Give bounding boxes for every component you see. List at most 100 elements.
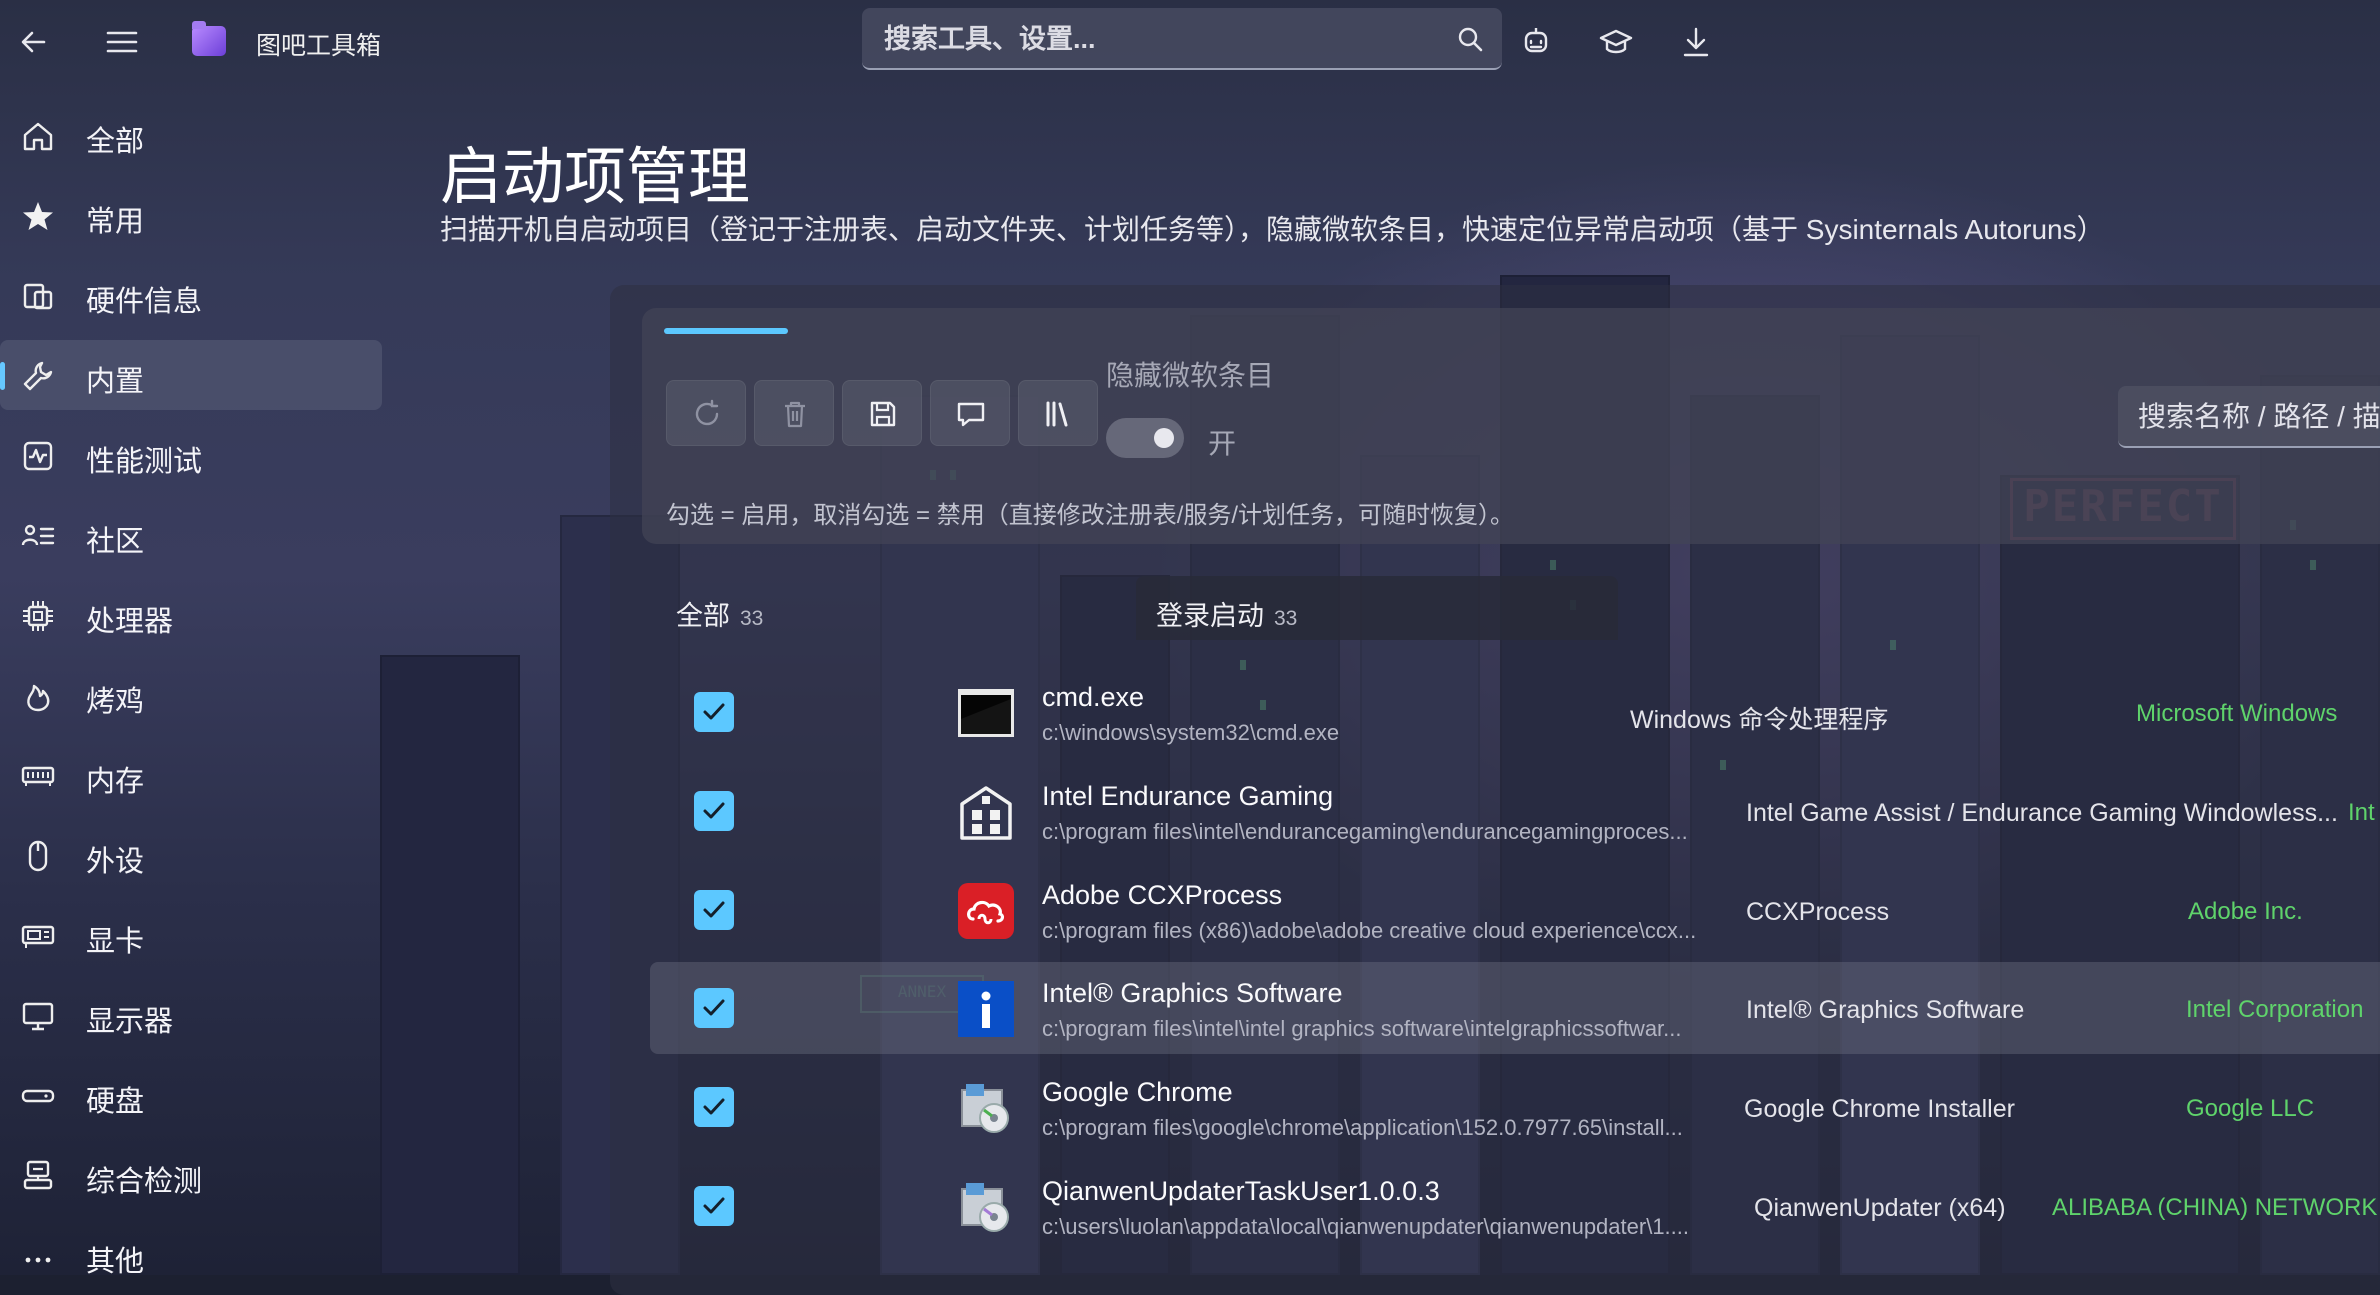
save-icon [870, 401, 896, 427]
entry-name: Adobe CCXProcess [1042, 880, 1283, 910]
page-subtitle: 扫描开机自启动项目（登记于注册表、启动文件夹、计划任务等），隐藏微软条目，快速定… [440, 214, 2105, 245]
search-icon[interactable] [1456, 25, 1484, 53]
table-row[interactable]: QianwenUpdaterTaskUser1.0.0.3 c:\users\l… [650, 1160, 2380, 1252]
enable-checkbox[interactable] [694, 1186, 734, 1226]
sidebar-item-label: 显卡 [86, 926, 145, 958]
sidebar-item-label: 硬盘 [86, 1086, 145, 1118]
usage-hint: 勾选 = 启用，取消勾选 = 禁用（直接修改注册表/服务/计划任务，可随时恢复）… [666, 502, 1515, 529]
sidebar-item-diagnostics[interactable]: 综合检测 [0, 1140, 382, 1210]
entry-name: Intel® Graphics Software [1042, 978, 1343, 1008]
sidebar-item-disk[interactable]: 硬盘 [0, 1060, 382, 1130]
building-icon [960, 786, 1012, 840]
chat-bubble-icon [957, 402, 985, 427]
wrench-icon [23, 361, 53, 391]
table-row[interactable]: Intel® Graphics Software c:\program file… [650, 962, 2380, 1054]
sidebar-item-label: 社区 [86, 526, 145, 558]
tab-label: 登录启动 [1156, 601, 1264, 631]
sidebar-item-label: 常用 [86, 206, 145, 238]
cmd-icon [958, 689, 1014, 737]
sidebar-item-builtin[interactable]: 内置 [0, 340, 382, 410]
columns-button[interactable] [1018, 380, 1098, 446]
sidebar-item-stress-test[interactable]: 烤鸡 [0, 660, 382, 730]
sidebar-item-hardware-info[interactable]: 硬件信息 [0, 260, 382, 330]
sidebar-item-cpu[interactable]: 处理器 [0, 580, 382, 650]
star-icon [23, 202, 53, 230]
robot-assistant-icon[interactable] [1518, 24, 1554, 60]
enable-checkbox[interactable] [694, 1087, 734, 1127]
entry-description: CCXProcess [1746, 898, 1890, 926]
entry-description: Windows 命令处理程序 [1630, 706, 1889, 734]
enable-checkbox[interactable] [694, 791, 734, 831]
tab-count: 33 [740, 607, 764, 630]
pulse-icon [23, 441, 53, 471]
sidebar-item-other[interactable]: 其他 [0, 1220, 382, 1290]
entry-search-box[interactable] [2118, 386, 2380, 448]
community-icon [21, 524, 55, 546]
save-button[interactable] [842, 380, 922, 446]
delete-button[interactable] [754, 380, 834, 446]
refresh-button[interactable] [666, 380, 746, 446]
installer-icon [961, 1183, 1009, 1232]
adobe-cc-icon [958, 883, 1014, 939]
tab-login-startup[interactable]: 登录启动 33 [1136, 576, 1618, 640]
memory-icon [21, 766, 55, 786]
hide-microsoft-label: 隐藏微软条目 [1106, 360, 1275, 391]
tab-count: 33 [1274, 607, 1298, 630]
entry-description: QianwenUpdater (x64) [1754, 1194, 2006, 1222]
entry-search-input[interactable] [2136, 396, 2380, 438]
hardware-info-icon [23, 283, 53, 310]
checkmark-icon [703, 901, 725, 918]
sidebar-item-label: 全部 [86, 126, 145, 158]
enable-checkbox[interactable] [694, 890, 734, 930]
hamburger-menu-icon[interactable] [100, 22, 144, 62]
table-row[interactable]: cmd.exe c:\windows\system32\cmd.exe Wind… [650, 666, 2380, 758]
entry-name: Intel Endurance Gaming [1042, 781, 1334, 811]
sidebar-item-gpu[interactable]: 显卡 [0, 900, 382, 970]
table-row[interactable]: Adobe CCXProcess c:\program files (x86)\… [650, 864, 2380, 956]
table-row[interactable]: Google Chrome c:\program files\google\ch… [650, 1061, 2380, 1153]
sidebar-item-memory[interactable]: 内存 [0, 740, 382, 810]
disk-icon [21, 1089, 55, 1103]
entry-path: c:\users\luolan\appdata\local\qianwenupd… [1042, 1214, 1690, 1239]
entry-publisher: Adobe Inc. [2188, 898, 2303, 925]
mouse-icon [28, 840, 48, 872]
trash-icon [785, 401, 805, 428]
entry-publisher: Microsoft Windows [2136, 700, 2338, 727]
flame-icon [27, 684, 50, 712]
sidebar-item-favorites[interactable]: 常用 [0, 180, 382, 250]
refresh-icon [695, 399, 719, 426]
entry-name: QianwenUpdaterTaskUser1.0.0.3 [1042, 1176, 1440, 1206]
table-row[interactable]: Intel Endurance Gaming c:\program files\… [650, 765, 2380, 857]
entry-publisher: ALIBABA (CHINA) NETWORK TE [2052, 1194, 2380, 1221]
sidebar-item-all[interactable]: 全部 [0, 100, 382, 170]
hide-microsoft-toggle[interactable] [1106, 418, 1184, 458]
global-search-box[interactable] [862, 8, 1502, 70]
app-logo-icon [192, 21, 226, 56]
cpu-icon [23, 601, 53, 631]
back-arrow-icon[interactable] [14, 22, 54, 62]
entry-publisher: Int [2348, 799, 2375, 826]
toggle-state-label: 开 [1208, 428, 1237, 459]
sidebar-item-label: 内存 [86, 766, 145, 798]
checkmark-icon [703, 1098, 725, 1115]
entry-publisher: Google LLC [2186, 1095, 2315, 1122]
tab-all[interactable]: 全部 33 [676, 594, 763, 633]
page-title: 启动项管理 [440, 143, 751, 212]
sidebar-item-monitor[interactable]: 显示器 [0, 980, 382, 1050]
sidebar-item-community[interactable]: 社区 [0, 500, 382, 570]
global-search-input[interactable] [882, 18, 1426, 60]
enable-checkbox[interactable] [694, 692, 734, 732]
entry-path: c:\program files\google\chrome\applicati… [1042, 1115, 1683, 1140]
download-icon[interactable] [1678, 24, 1714, 60]
sidebar-item-peripherals[interactable]: 外设 [0, 820, 382, 890]
sidebar-item-label: 其他 [86, 1246, 145, 1278]
checkmark-icon [703, 802, 725, 819]
sidebar-item-label: 烤鸡 [86, 686, 145, 718]
entry-description: Google Chrome Installer [1744, 1095, 2015, 1123]
library-icon [1046, 401, 1068, 427]
comment-button[interactable] [930, 380, 1010, 446]
sidebar-item-benchmark[interactable]: 性能测试 [0, 420, 382, 490]
graduation-cap-icon[interactable] [1598, 24, 1634, 60]
enable-checkbox[interactable] [694, 988, 734, 1028]
entry-description: Intel Game Assist / Endurance Gaming Win… [1746, 799, 2338, 827]
